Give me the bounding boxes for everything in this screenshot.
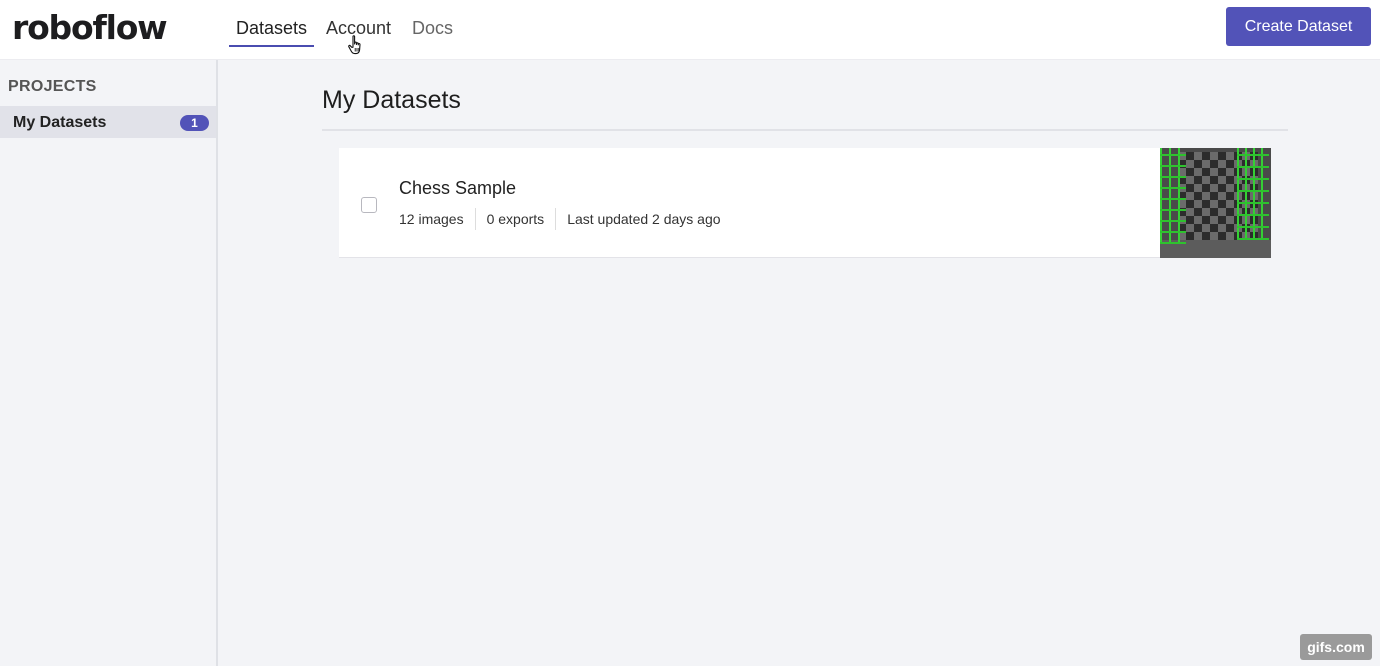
sidebar: PROJECTS My Datasets 1 xyxy=(0,60,218,666)
create-dataset-button[interactable]: Create Dataset xyxy=(1226,7,1371,46)
image-count: 12 images xyxy=(399,211,464,227)
title-divider xyxy=(322,129,1288,131)
annotation-boxes-left xyxy=(1160,148,1186,244)
export-count: 0 exports xyxy=(474,208,556,230)
hand-pointer-icon xyxy=(348,35,361,55)
gifs-watermark: gifs.com xyxy=(1300,634,1372,660)
sidebar-heading: PROJECTS xyxy=(8,78,97,95)
dataset-name[interactable]: Chess Sample xyxy=(399,178,516,199)
dataset-thumbnail[interactable] xyxy=(1160,148,1271,258)
page-title: My Datasets xyxy=(322,86,461,114)
tab-datasets[interactable]: Datasets xyxy=(229,17,315,47)
tab-docs[interactable]: Docs xyxy=(405,17,460,47)
annotation-boxes-right xyxy=(1237,148,1269,240)
dataset-meta: 12 images 0 exports Last updated 2 days … xyxy=(399,208,732,230)
dataset-checkbox[interactable] xyxy=(361,197,377,213)
sidebar-item-my-datasets[interactable]: My Datasets 1 xyxy=(0,106,216,138)
last-updated: Last updated 2 days ago xyxy=(555,208,731,230)
count-badge: 1 xyxy=(180,115,209,131)
roboflow-logo[interactable]: roboflow xyxy=(12,8,168,47)
sidebar-item-label: My Datasets xyxy=(13,114,107,131)
dataset-card[interactable]: Chess Sample 12 images 0 exports Last up… xyxy=(339,148,1271,258)
top-navbar: roboflow Datasets Account Docs Create Da… xyxy=(0,0,1380,60)
